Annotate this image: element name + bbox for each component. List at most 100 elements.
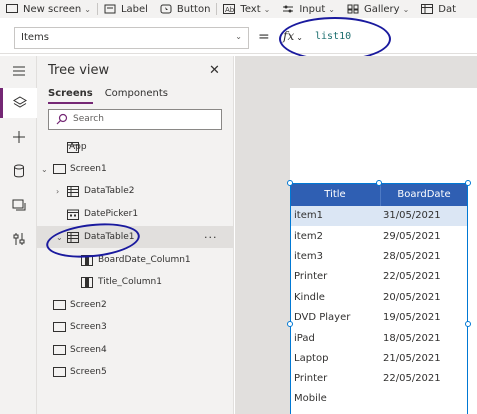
table-icon <box>67 231 79 243</box>
tree-item-screen4[interactable]: Screen4 <box>37 339 234 361</box>
chevron-down-icon[interactable]: ⌄ <box>41 165 48 174</box>
cell-boarddate: 21/05/2021 <box>383 353 441 364</box>
input-menu-button[interactable]: Input ⌄ <box>276 0 341 18</box>
table-row[interactable]: Printer 22/05/2021 <box>290 267 468 287</box>
table-row[interactable]: item1 31/05/2021 <box>290 206 468 226</box>
more-options-icon[interactable]: ··· <box>204 231 218 244</box>
chevron-down-icon: ⌄ <box>235 32 242 41</box>
tree-item-screen5[interactable]: Screen5 <box>37 361 234 383</box>
tree-item-label: DataTable2 <box>84 186 135 196</box>
tree-item-screen1[interactable]: ⌄ Screen1 <box>37 158 234 180</box>
tree-view-title: Tree view <box>48 63 110 78</box>
table-row[interactable]: Kindle 20/05/2021 <box>290 288 468 308</box>
cell-title: Kindle <box>294 292 325 303</box>
button-text: Button <box>176 3 211 15</box>
tree-item-screen2[interactable]: Screen2 <box>37 294 234 316</box>
table-header: Title BoardDate <box>290 183 468 206</box>
hamburger-menu-button[interactable] <box>0 56 37 86</box>
insert-button-button[interactable]: Button <box>154 0 217 18</box>
tree-item-label: DatePicker1 <box>84 209 139 219</box>
chevron-down-icon: ⌄ <box>84 4 91 14</box>
resize-handle[interactable] <box>376 180 382 186</box>
table-row[interactable]: iPad 18/05/2021 <box>290 329 468 349</box>
cell-boarddate: 22/05/2021 <box>383 271 441 282</box>
tree-item-boarddate-column1[interactable]: BoardDate_Column1 <box>37 249 234 271</box>
screen-icon <box>53 164 66 174</box>
tree-item-label: Screen1 <box>70 164 107 174</box>
gallery-icon <box>347 4 359 14</box>
property-dropdown[interactable]: Items ⌄ <box>14 27 249 49</box>
tree-item-screen3[interactable]: Screen3 <box>37 316 234 338</box>
resize-handle[interactable] <box>287 321 293 327</box>
table-icon <box>67 185 79 197</box>
table-row[interactable]: Printer 22/05/2021 <box>290 369 468 389</box>
database-icon <box>13 164 24 178</box>
insert-label-button[interactable]: Label <box>98 0 154 18</box>
data-table-button[interactable]: Dat <box>415 0 462 18</box>
data-table[interactable]: Title BoardDate item1 31/05/2021 item2 29/… <box>290 183 468 414</box>
resize-handle[interactable] <box>465 180 471 186</box>
tree-view-rail-button[interactable] <box>0 88 37 118</box>
table-row[interactable]: DVD Player 19/05/2021 <box>290 308 468 328</box>
text-menu-label: Text <box>240 3 261 15</box>
screen-icon <box>53 345 66 355</box>
media-icon <box>12 199 25 211</box>
tree-item-datatable2[interactable]: › DataTable2 <box>37 180 234 202</box>
chevron-down-icon: ⌄ <box>263 4 271 14</box>
tab-components[interactable]: Components <box>105 88 168 104</box>
equals-sign: = <box>258 29 270 45</box>
tree-item-title-column1[interactable]: Title_Column1 <box>37 271 234 293</box>
cell-title: Mobile <box>294 393 327 404</box>
formula-bar: Items ⌄ = fx ⌄ list10 <box>0 24 477 54</box>
tree-item-label: Screen5 <box>70 367 107 377</box>
tools-icon <box>13 233 24 245</box>
gallery-menu-button[interactable]: Gallery ⌄ <box>341 0 415 18</box>
cell-boarddate: 29/05/2021 <box>383 231 441 242</box>
table-row[interactable]: item3 28/05/2021 <box>290 247 468 267</box>
chevron-down-icon: ⌄ <box>402 4 410 14</box>
cell-title: iPad <box>294 333 315 344</box>
new-screen-button[interactable]: New screen ⌄ <box>0 0 97 18</box>
close-icon[interactable]: ✕ <box>209 63 220 78</box>
tree-item-label: Title_Column1 <box>98 277 162 287</box>
cell-boarddate: 31/05/2021 <box>383 210 441 221</box>
tree-item-app[interactable]: App <box>37 136 234 158</box>
cell-title: Laptop <box>294 353 329 364</box>
table-row[interactable]: Laptop 21/05/2021 <box>290 349 468 369</box>
tab-screens[interactable]: Screens <box>48 88 93 104</box>
media-rail-button[interactable] <box>0 190 37 220</box>
cell-title: item2 <box>294 231 323 242</box>
table-row[interactable]: Mobile <box>290 389 468 409</box>
chevron-down-icon: ⌄ <box>328 4 335 14</box>
chevron-right-icon[interactable]: › <box>56 187 59 196</box>
formula-input[interactable]: list10 <box>315 31 477 42</box>
text-menu-button[interactable]: Ab Text ⌄ <box>217 0 276 18</box>
resize-handle[interactable] <box>465 321 471 327</box>
table-row[interactable]: item2 29/05/2021 <box>290 227 468 247</box>
function-button[interactable]: fx ⌄ <box>283 29 303 43</box>
label-text: Label <box>120 3 148 15</box>
new-screen-label: New screen <box>23 3 82 15</box>
left-rail <box>0 56 37 414</box>
advanced-tools-rail-button[interactable] <box>0 224 37 254</box>
chevron-down-icon[interactable]: ⌄ <box>56 233 63 242</box>
gallery-menu-label: Gallery <box>363 3 400 15</box>
column-header-title[interactable]: Title <box>290 189 380 200</box>
table-icon <box>421 4 434 14</box>
svg-text:Ab: Ab <box>225 6 235 14</box>
cell-boarddate: 20/05/2021 <box>383 292 441 303</box>
cell-title: DVD Player <box>294 312 351 323</box>
cell-title: Printer <box>294 373 328 384</box>
resize-handle[interactable] <box>287 180 293 186</box>
search-input[interactable]: Search <box>48 109 222 130</box>
insert-rail-button[interactable] <box>0 122 37 152</box>
column-header-boarddate[interactable]: BoardDate <box>380 189 468 200</box>
hamburger-icon <box>12 66 25 76</box>
tree-item-datepicker1[interactable]: DatePicker1 <box>37 203 234 225</box>
tree-item-label: Screen3 <box>70 322 107 332</box>
screen-icon <box>6 4 18 13</box>
text-icon: Ab <box>223 4 236 14</box>
data-rail-button[interactable] <box>0 156 37 186</box>
screen-icon <box>53 367 66 377</box>
tree-item-datatable1[interactable]: ⌄ DataTable1 ··· <box>37 226 234 248</box>
